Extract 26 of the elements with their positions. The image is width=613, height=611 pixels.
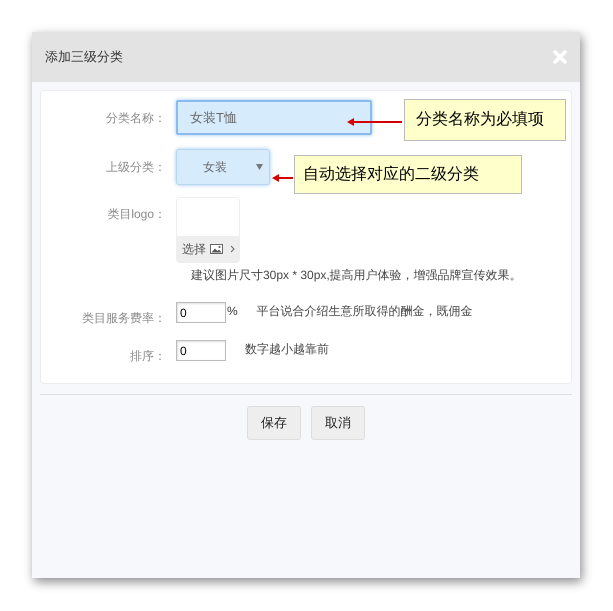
number-input-field[interactable]: 0 bbox=[176, 340, 226, 361]
close-icon[interactable] bbox=[553, 50, 567, 64]
field-label: 类目logo： bbox=[106, 206, 167, 223]
logo-upload-box[interactable]: 选择 bbox=[176, 197, 240, 263]
field-label: 排序： bbox=[129, 348, 167, 365]
name-input-field[interactable]: 女装T恤 bbox=[176, 100, 372, 135]
choose-label: 选择 bbox=[182, 241, 206, 258]
unit-label: % bbox=[227, 303, 238, 320]
callout-note: 分类名称为必填项 bbox=[404, 99, 566, 141]
image-icon bbox=[210, 244, 223, 254]
field-label: 类目服务费率： bbox=[81, 310, 167, 327]
arrow-icon bbox=[271, 173, 293, 183]
hint-text: 建议图片尺寸30px * 30px,提高用户体验，增强品牌宣传效果。 bbox=[191, 267, 522, 284]
hint-text: 平台说合介绍生意所取得的酬金，既佣金 bbox=[256, 303, 473, 320]
number-input-field[interactable]: 0 bbox=[176, 302, 226, 323]
arrow-icon bbox=[346, 117, 402, 127]
dialog-button[interactable]: 保存 bbox=[247, 406, 301, 440]
hint-text: 数字越小越靠前 bbox=[245, 341, 329, 358]
field-label: 分类名称： bbox=[105, 110, 167, 127]
parent-category-dropdown[interactable]: 女装 bbox=[176, 149, 270, 185]
field-label: 上级分类： bbox=[105, 159, 167, 176]
dialog-title: 添加三级分类 bbox=[45, 48, 123, 66]
callout-note: 自动选择对应的二级分类 bbox=[294, 155, 522, 194]
chevron-icon bbox=[230, 245, 235, 253]
caret-icon bbox=[256, 164, 263, 170]
dialog-button[interactable]: 取消 bbox=[311, 406, 365, 440]
